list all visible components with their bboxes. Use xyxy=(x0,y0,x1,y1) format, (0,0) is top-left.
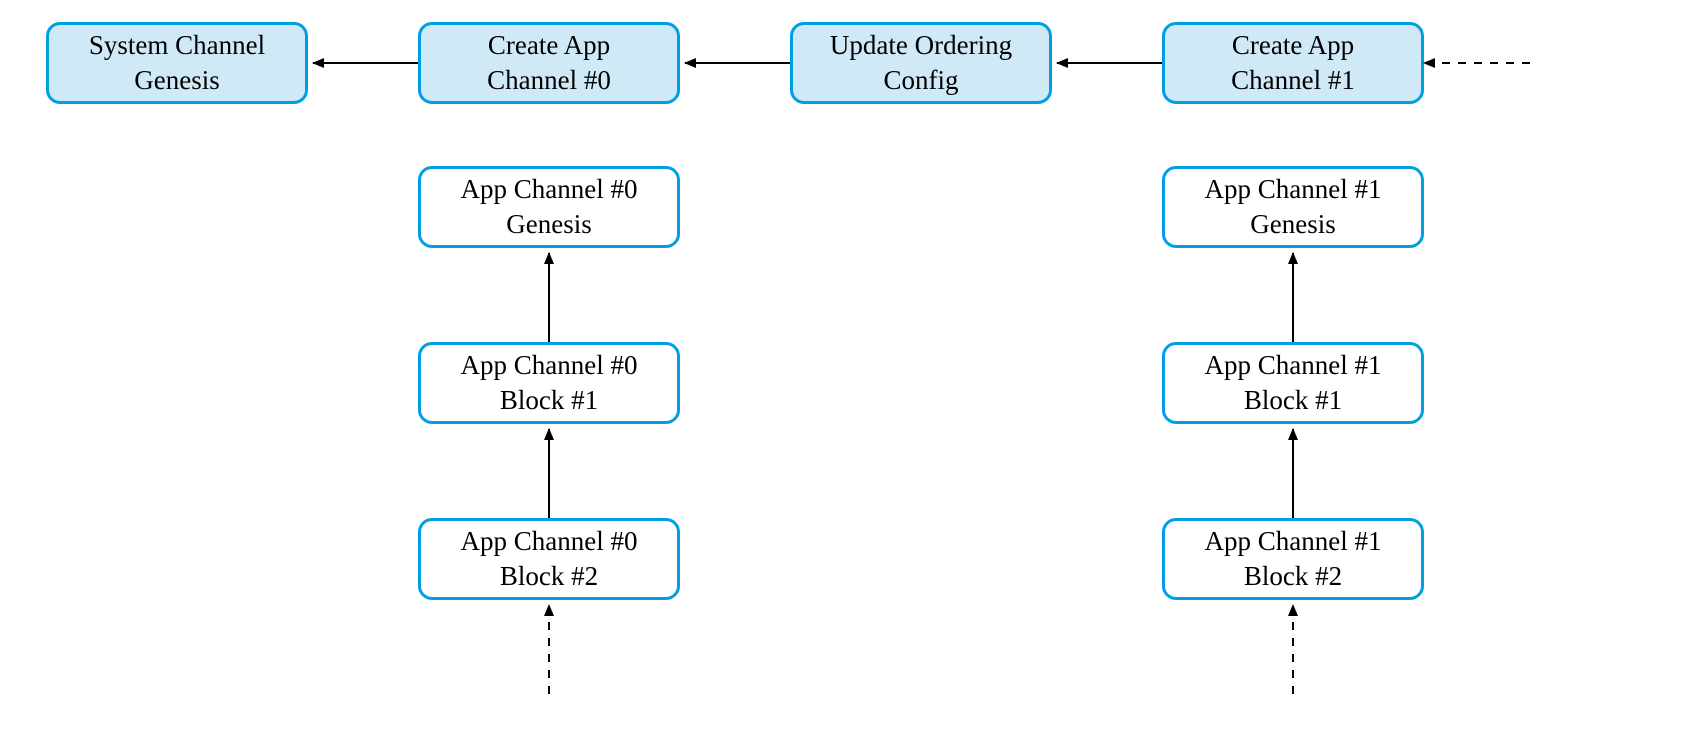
app-channel-0-genesis-box: App Channel #0 Genesis xyxy=(418,166,680,248)
label-line1: App Channel #0 xyxy=(461,172,638,207)
label-line2: Genesis xyxy=(1250,207,1335,242)
label-line1: App Channel #1 xyxy=(1205,172,1382,207)
label-line2: Config xyxy=(883,63,958,98)
label-line2: Channel #1 xyxy=(1231,63,1355,98)
app-channel-0-block-1-box: App Channel #0 Block #1 xyxy=(418,342,680,424)
label-line1: App Channel #1 xyxy=(1205,524,1382,559)
label-line1: Update Ordering xyxy=(830,28,1012,63)
label-line2: Block #1 xyxy=(1244,383,1342,418)
label-line2: Genesis xyxy=(134,63,219,98)
label-line2: Channel #0 xyxy=(487,63,611,98)
system-channel-genesis-box: System Channel Genesis xyxy=(46,22,308,104)
label-line2: Genesis xyxy=(506,207,591,242)
label-line1: Create App xyxy=(488,28,610,63)
label-line2: Block #2 xyxy=(1244,559,1342,594)
label-line1: Create App xyxy=(1232,28,1354,63)
label-line1: App Channel #0 xyxy=(461,348,638,383)
diagram-arrows xyxy=(0,0,1700,742)
label-line1: System Channel xyxy=(89,28,265,63)
create-app-channel-0-box: Create App Channel #0 xyxy=(418,22,680,104)
label-line1: App Channel #0 xyxy=(461,524,638,559)
app-channel-0-block-2-box: App Channel #0 Block #2 xyxy=(418,518,680,600)
app-channel-1-genesis-box: App Channel #1 Genesis xyxy=(1162,166,1424,248)
create-app-channel-1-box: Create App Channel #1 xyxy=(1162,22,1424,104)
label-line2: Block #2 xyxy=(500,559,598,594)
update-ordering-config-box: Update Ordering Config xyxy=(790,22,1052,104)
label-line2: Block #1 xyxy=(500,383,598,418)
app-channel-1-block-1-box: App Channel #1 Block #1 xyxy=(1162,342,1424,424)
label-line1: App Channel #1 xyxy=(1205,348,1382,383)
app-channel-1-block-2-box: App Channel #1 Block #2 xyxy=(1162,518,1424,600)
